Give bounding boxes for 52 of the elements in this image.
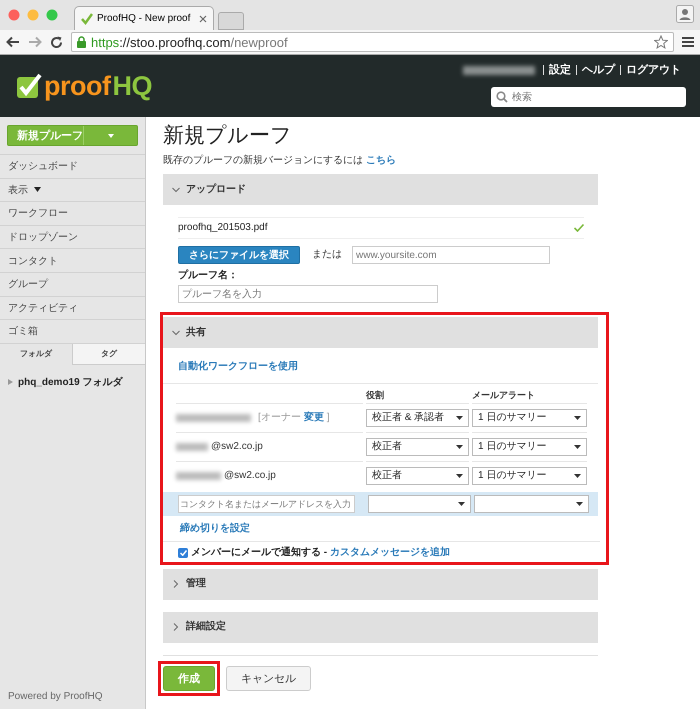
section-header[interactable]: 詳細設定 — [163, 612, 598, 643]
dropdown-select[interactable]: 1 日のサマリー — [472, 466, 587, 485]
sidebar-link[interactable]: コンタクト — [8, 254, 58, 268]
search-field[interactable]: 検索 — [491, 87, 686, 107]
header-link[interactable]: 設定 — [543, 65, 576, 75]
hint-text: 既存のプルーフの新規バージョンにするには — [163, 155, 364, 166]
dropdown-select[interactable]: 1 日のサマリー — [472, 408, 587, 427]
select-files-button[interactable]: さらにファイルを選択 — [178, 246, 300, 264]
sidebar-link[interactable]: アクティビティ — [8, 300, 78, 315]
cancel-button[interactable]: キャンセル — [226, 666, 311, 691]
section-header[interactable]: 共有 — [163, 317, 598, 348]
page-title: 新規プルーフ — [163, 123, 293, 149]
header-link[interactable]: ヘルプ — [576, 65, 620, 75]
section-header[interactable]: アップロード — [163, 174, 598, 205]
owner-label: [オーナー — [258, 412, 301, 424]
sidebar-link[interactable]: ドロップゾーン — [8, 230, 78, 244]
sidebar-link[interactable]: ダッシュボード — [8, 159, 78, 174]
file-name: proofhq_201503.pdf — [178, 222, 268, 234]
sidebar-tab[interactable]: タグ — [72, 344, 145, 365]
dropdown-select[interactable]: 校正者 — [366, 466, 469, 485]
dropdown-select[interactable]: 1 日のサマリー — [472, 438, 587, 456]
or-text: または — [312, 249, 342, 261]
folder-link[interactable]: phq_demo19 フォルダ — [18, 374, 122, 389]
section-header[interactable]: 管理 — [163, 568, 598, 600]
contact-field[interactable]: コンタクト名またはメールアドレスを入力 — [178, 494, 355, 513]
browser-tab[interactable]: ProofHQ - New proof — [74, 6, 214, 30]
powered-by-text: Powered by ProofHQ — [7, 691, 104, 704]
sidebar-link[interactable]: ゴミ箱 — [8, 324, 38, 338]
email-domain: @sw2.co.jp — [224, 470, 276, 482]
column-header: 役割 — [366, 389, 385, 402]
logo[interactable]: proofHQ — [16, 70, 152, 102]
custom-message-link[interactable]: カスタムメッセージを追加 — [330, 546, 450, 559]
workflow-link[interactable]: 自動化ワークフローを使用 — [178, 361, 298, 372]
here-link[interactable]: こちら — [366, 155, 396, 166]
url-text: https://stoo.proofhq.com/newproof — [91, 34, 289, 50]
notify-label: メンバーにメールで通知する - — [191, 546, 328, 559]
deadline-link[interactable]: 締め切りを設定 — [180, 522, 250, 534]
tab-title: ProofHQ - New proof — [97, 13, 192, 24]
email-domain: @sw2.co.jp — [211, 440, 263, 453]
header-link[interactable]: ログアウト — [620, 65, 686, 75]
sidebar-link[interactable]: グループ — [8, 277, 48, 292]
proof-name-label: プルーフ名： — [178, 270, 239, 282]
proof-name-field[interactable]: プルーフ名を入力 — [178, 285, 438, 303]
sidebar-link[interactable]: ワークフロー — [8, 206, 68, 220]
sidebar-link[interactable]: 表示 — [8, 182, 28, 197]
dropdown-select[interactable]: 校正者 — [366, 438, 469, 456]
bracket-text: ] — [326, 412, 330, 424]
dropdown-select[interactable]: 校正者 & 承認者 — [366, 408, 469, 427]
url-field[interactable]: www.yoursite.com — [352, 246, 550, 264]
address-bar[interactable]: https://stoo.proofhq.com/newproof — [71, 32, 674, 52]
change-link[interactable]: 変更 — [304, 412, 324, 424]
column-header: メールアラート — [472, 389, 536, 402]
